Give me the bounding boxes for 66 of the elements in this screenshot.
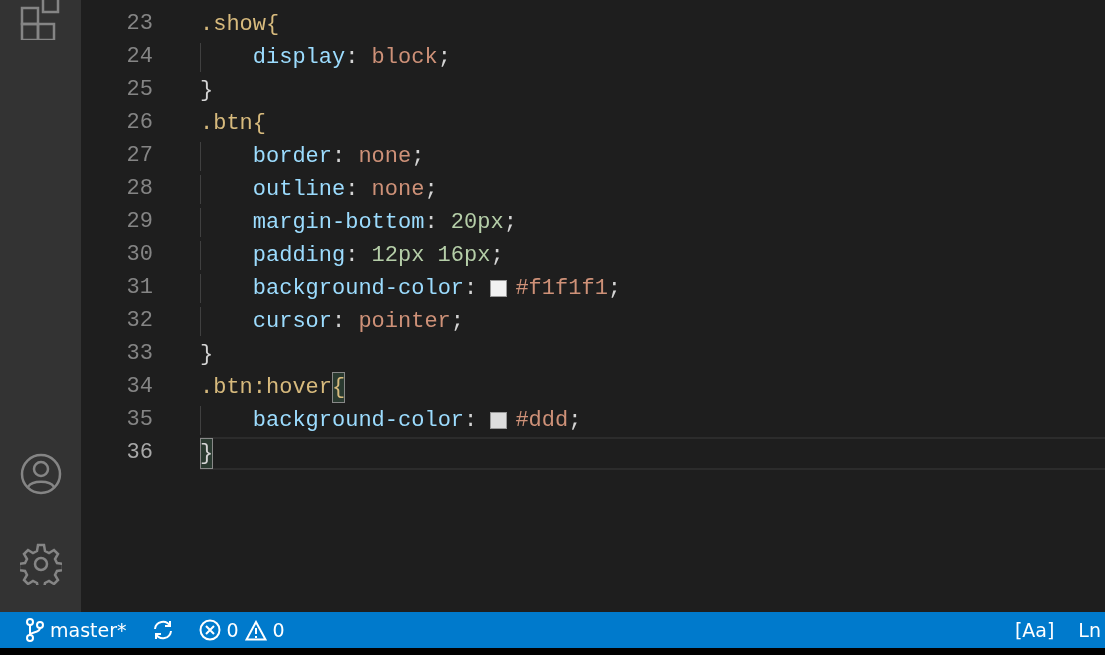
property-name: background-color xyxy=(252,407,465,435)
number-value: 12px 16px xyxy=(371,242,491,270)
brace-text: } xyxy=(200,341,214,369)
property-name: padding xyxy=(252,242,346,270)
brace-text: } xyxy=(200,438,214,469)
property-name: border xyxy=(252,143,332,171)
punctuation-text: ; xyxy=(568,407,582,435)
status-item[interactable]: [Aa] xyxy=(1002,612,1067,648)
warning-icon xyxy=(244,619,267,641)
punctuation-text: : xyxy=(464,275,478,303)
color-swatch[interactable] xyxy=(490,280,508,297)
number-value: 20px xyxy=(450,209,504,237)
line-number: 23 xyxy=(125,10,153,38)
account-icon[interactable] xyxy=(19,453,62,495)
punctuation-text: ; xyxy=(411,143,425,171)
property-value: none xyxy=(358,143,412,171)
line-number: 24 xyxy=(125,43,153,71)
punctuation-text: ; xyxy=(503,209,517,237)
error-icon xyxy=(198,619,221,641)
property-name: cursor xyxy=(252,308,332,336)
property-name: margin-bottom xyxy=(252,209,425,237)
status-item[interactable]: Ln xyxy=(1066,612,1105,648)
branch-button[interactable]: master* xyxy=(14,612,139,648)
punctuation-text: ; xyxy=(490,242,504,270)
line-number: 28 xyxy=(125,175,153,203)
brace-text: } xyxy=(200,77,214,105)
punctuation-text: : xyxy=(424,209,438,237)
settings-icon[interactable] xyxy=(19,543,62,585)
punctuation-text: : xyxy=(332,308,346,336)
line-number: 36 xyxy=(125,439,153,467)
problems-button[interactable]: 0 0 xyxy=(186,612,297,648)
punctuation-text: : xyxy=(345,176,359,204)
line-number: 26 xyxy=(125,109,153,137)
property-value: none xyxy=(371,176,425,204)
line-number: 29 xyxy=(125,208,153,236)
line-number: 30 xyxy=(125,241,153,269)
property-name: display xyxy=(252,44,346,72)
punctuation-text: : xyxy=(464,407,478,435)
line-number: 31 xyxy=(125,274,153,302)
selector-text: .btn:hover xyxy=(200,374,333,402)
branch-icon xyxy=(26,618,44,642)
punctuation-text: ; xyxy=(607,275,622,303)
selector-text: .btn xyxy=(200,110,253,138)
punctuation-text: : xyxy=(345,44,359,72)
line-number: 33 xyxy=(125,340,153,368)
property-value: #f1f1f1 xyxy=(515,275,608,303)
brace-text: { xyxy=(266,11,280,39)
punctuation-text: : xyxy=(332,143,346,171)
line-number: 35 xyxy=(125,406,153,434)
line-number: 27 xyxy=(125,142,153,170)
property-name: outline xyxy=(252,176,346,204)
punctuation-text: : xyxy=(345,242,359,270)
punctuation-text: ; xyxy=(437,44,451,72)
punctuation-text: ; xyxy=(450,308,465,336)
color-swatch[interactable] xyxy=(490,412,508,429)
property-value: pointer xyxy=(358,308,451,336)
selector-text: .show xyxy=(200,11,266,39)
brace-text: { xyxy=(332,372,346,403)
property-value: block xyxy=(371,44,438,72)
property-name: background-color xyxy=(252,275,465,303)
punctuation-text: ; xyxy=(424,176,438,204)
line-number: 25 xyxy=(125,76,153,104)
property-value: #ddd xyxy=(515,407,569,435)
brace-text: { xyxy=(252,110,266,138)
line-number: 34 xyxy=(125,373,153,401)
line-number: 32 xyxy=(125,307,153,335)
